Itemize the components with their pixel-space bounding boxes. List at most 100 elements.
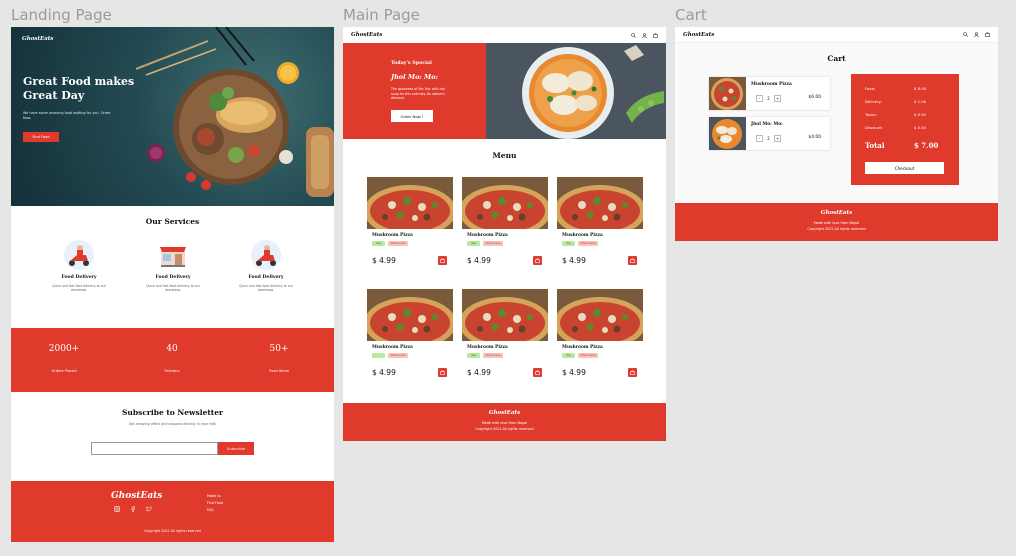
most-loved-tag: Most Loved <box>388 353 408 358</box>
navbar: GhostEats <box>343 27 666 43</box>
footer-copyright: Copyright 2022 All rights reserved <box>807 227 866 231</box>
menu-item-card[interactable]: Mushroom Pizza Veg Most Loved $ 4.99 <box>557 177 643 270</box>
footer-logo[interactable]: GhostEats <box>111 491 162 501</box>
service-card: Food Delivery Quick and fast food delive… <box>44 239 114 293</box>
main-frame-label: Main Page <box>343 6 420 24</box>
add-to-cart-button[interactable] <box>628 368 637 377</box>
footer-tagline: Made with love from Nepal <box>813 221 860 225</box>
footer-link[interactable]: Find Food <box>207 500 223 507</box>
service-title: Food Delivery <box>248 275 284 280</box>
menu-item-name: Mushroom Pizza <box>372 233 413 238</box>
add-to-cart-button[interactable] <box>438 368 447 377</box>
add-to-cart-button[interactable] <box>533 256 542 265</box>
menu-item-name: Mushroom Pizza <box>562 345 603 350</box>
services-title: Our Services <box>145 217 200 226</box>
stat-label: Partners <box>164 369 180 373</box>
pizza-thumbnail <box>709 77 746 110</box>
pizza-image <box>367 289 453 341</box>
logo[interactable]: GhostEats <box>22 36 53 42</box>
decrement-button[interactable]: - <box>756 95 763 102</box>
summary-total-row: Total $ 7.00 <box>865 141 945 150</box>
user-icon[interactable] <box>642 32 647 38</box>
menu-item-card[interactable]: Mushroom Pizza Veg Most Loved $ 4.99 <box>367 177 453 270</box>
most-loved-tag: Most Loved <box>483 241 503 246</box>
newsletter-email-input[interactable] <box>91 442 218 455</box>
user-icon[interactable] <box>974 32 979 37</box>
menu-item-name: Mushroom Pizza <box>562 233 603 238</box>
service-desc: Quick and fast food delivery at our door… <box>239 284 293 293</box>
add-to-cart-button[interactable] <box>438 256 447 265</box>
footer-links: Made to Find Food FAQ <box>207 493 223 514</box>
menu-item-name: Mushroom Pizza <box>372 345 413 350</box>
pizza-image <box>367 177 453 229</box>
veg-tag: Veg <box>562 241 575 246</box>
main-footer: GhostEats Made with love from Nepal Copy… <box>343 403 666 441</box>
cart-page-frame: GhostEats Cart Mushroom Pizza - 2 + $6.0… <box>675 27 998 241</box>
summary-value: $ 0.50 <box>914 125 927 130</box>
scooter-delivery-icon <box>64 240 94 270</box>
cart-footer: GhostEats Made with love from Nepal Copy… <box>675 203 998 241</box>
footer-link[interactable]: Made to <box>207 493 223 500</box>
social-links <box>114 506 152 512</box>
add-to-cart-button[interactable] <box>628 256 637 265</box>
summary-delivery-row: Delivery: $ 1.00 <box>865 99 945 104</box>
landing-page-frame: GhostEats Great Food makes Great Day We … <box>11 27 334 542</box>
order-now-button[interactable]: Order Now ! <box>391 110 433 122</box>
instagram-icon[interactable] <box>114 506 120 512</box>
subscribe-button[interactable]: Subscribe <box>218 442 254 455</box>
menu-item-name: Mushroom Pizza <box>467 233 508 238</box>
summary-value: $ 1.00 <box>914 99 927 104</box>
stat-value: 40 <box>166 344 178 354</box>
increment-button[interactable]: + <box>774 135 781 142</box>
logo[interactable]: GhostEats <box>683 32 714 38</box>
stat-food-items: 50+ Food Items <box>244 344 314 373</box>
search-icon[interactable] <box>631 32 636 38</box>
menu-item-card[interactable]: Mushroom Pizza Veg Most Loved $ 4.99 <box>462 177 548 270</box>
hero-section: GhostEats Great Food makes Great Day We … <box>11 27 334 206</box>
decrement-button[interactable]: - <box>756 135 763 142</box>
summary-label: Discount: <box>865 125 883 130</box>
menu-item-card[interactable]: Mushroom Pizza Veg Most Loved $ 4.99 <box>557 289 643 382</box>
cart-title: Cart <box>827 54 846 63</box>
cart-item-price: $6.00 <box>808 95 821 100</box>
newsletter-subtitle: Get amazing offers and coupons directly … <box>128 422 217 426</box>
find-food-button[interactable]: Find Food <box>23 132 59 142</box>
most-loved-tag: Most Loved <box>483 353 503 358</box>
service-card: Food Delivery Quick and fast food delive… <box>138 239 208 293</box>
special-description: The goodness of Mo: Mo: with hot soup fo… <box>391 87 445 101</box>
special-banner: Today's Special Jhol Mo: Mo: The goodnes… <box>343 43 486 139</box>
stat-orders: 2000+ Orders Placed <box>29 344 99 373</box>
menu-item-price: $ 4.99 <box>562 368 586 377</box>
veg-tag: Veg <box>372 241 385 246</box>
cart-icon[interactable] <box>653 32 658 38</box>
stat-partners: 40 Partners <box>137 344 207 373</box>
search-icon[interactable] <box>963 32 968 37</box>
twitter-icon[interactable] <box>146 506 152 512</box>
facebook-icon[interactable] <box>130 506 136 512</box>
menu-item-price: $ 4.99 <box>372 368 396 377</box>
pizza-image <box>462 289 548 341</box>
special-heading: Today's Special <box>391 60 432 66</box>
cart-frame-label: Cart <box>675 6 707 24</box>
footer-logo[interactable]: GhostEats <box>675 210 998 216</box>
most-loved-tag: Most Loved <box>578 241 598 246</box>
stat-value: 50+ <box>269 344 289 354</box>
cart-icon[interactable] <box>985 32 990 37</box>
summary-label: Food: <box>865 86 876 91</box>
logo[interactable]: GhostEats <box>351 32 382 38</box>
order-summary: Food: $ 8.00 Delivery: $ 1.00 Taxes: $ 0.50… <box>851 74 959 185</box>
summary-label: Taxes: <box>865 112 877 117</box>
add-to-cart-button[interactable] <box>533 368 542 377</box>
menu-item-card[interactable]: Mushroom Pizza Most Loved $ 4.99 <box>367 289 453 382</box>
menu-item-card[interactable]: Mushroom Pizza Veg Most Loved $ 4.99 <box>462 289 548 382</box>
checkout-button[interactable]: Checkout <box>865 162 944 174</box>
footer-logo[interactable]: GhostEats <box>343 410 666 416</box>
pizza-image <box>462 177 548 229</box>
cart-item: Mushroom Pizza - 2 + $6.00 <box>709 77 830 110</box>
footer-link[interactable]: FAQ <box>207 507 223 514</box>
veg-tag: Veg <box>467 353 480 358</box>
pizza-image <box>557 289 643 341</box>
newsletter-title: Subscribe to Newsletter <box>122 408 223 417</box>
increment-button[interactable]: + <box>774 95 781 102</box>
quantity-stepper: - 2 + <box>756 135 781 142</box>
